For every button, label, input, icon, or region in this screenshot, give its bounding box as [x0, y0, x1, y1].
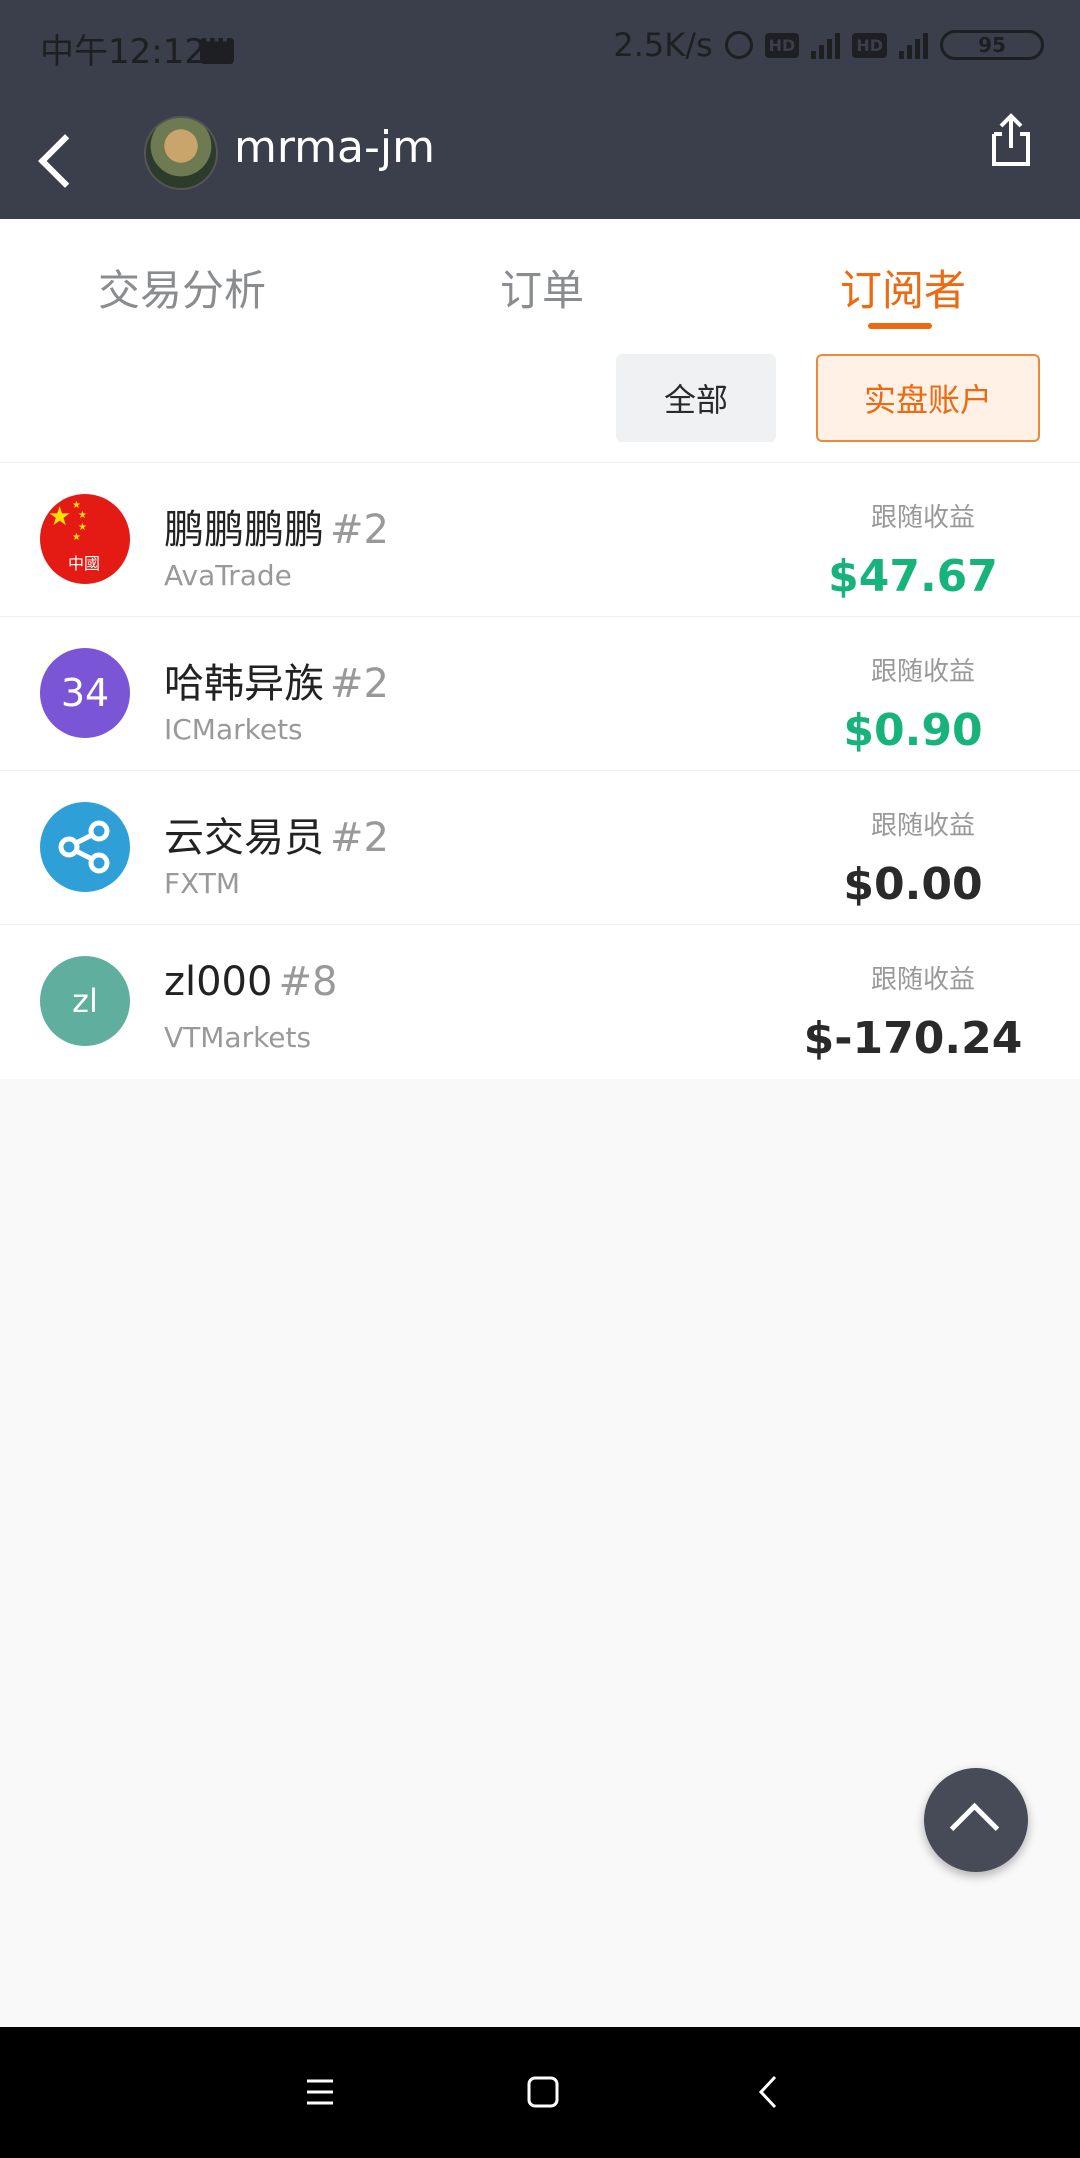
- subscriber-broker: VTMarkets: [164, 1021, 312, 1054]
- filter-all-button[interactable]: 全部: [616, 354, 776, 442]
- hd-icon: HD: [764, 32, 800, 58]
- subscriber-name: 哈韩异族 #2: [164, 661, 389, 707]
- network-speed: 2.5K/s: [613, 26, 713, 64]
- list-item[interactable]: 云交易员 #2 FXTM 跟随收益 $0.00: [0, 771, 1080, 925]
- avatar-initials: 34: [40, 648, 130, 738]
- filter-bar: 全部 实盘账户: [0, 332, 1080, 463]
- tab-subscribers[interactable]: 订阅者: [840, 257, 966, 318]
- list-item[interactable]: ★ ★ ★ ★ ★ 中國 鹏鹏鹏鹏 #2 AvaTrade 跟随收益 $47.67: [0, 463, 1080, 617]
- share-icon[interactable]: [988, 112, 1034, 168]
- subscriber-list: ★ ★ ★ ★ ★ 中國 鹏鹏鹏鹏 #2 AvaTrade 跟随收益 $47.67…: [0, 463, 1080, 1079]
- app-header: 中午12:12 2.5K/s HD HD 95 mrma-jm: [0, 0, 1080, 219]
- battery-icon: 95: [940, 30, 1044, 60]
- avatar-china-flag: ★ ★ ★ ★ ★ 中國: [40, 494, 130, 584]
- tab-trade-analysis[interactable]: 交易分析: [98, 257, 266, 318]
- follow-profit-value: $47.67: [828, 551, 998, 602]
- follow-profit-caption: 跟随收益: [870, 657, 975, 687]
- list-item[interactable]: 34 哈韩异族 #2 ICMarkets 跟随收益 $0.90: [0, 617, 1080, 771]
- follow-profit-caption: 跟随收益: [870, 965, 975, 995]
- menu-icon[interactable]: [295, 2067, 345, 2117]
- follow-profit-value: $0.90: [843, 705, 983, 756]
- subscriber-name: zl000 #8: [164, 959, 338, 1005]
- subscriber-broker: FXTM: [164, 867, 241, 900]
- back-button[interactable]: [36, 130, 76, 190]
- hd-icon-2: HD: [852, 32, 887, 58]
- subscriber-broker: ICMarkets: [164, 713, 303, 746]
- follow-profit-value: $-170.24: [803, 1013, 1023, 1064]
- system-navigation-bar: [0, 2027, 1080, 2158]
- back-nav-icon[interactable]: [745, 2067, 795, 2117]
- tab-bar: 交易分析 订单 订阅者: [0, 219, 1080, 333]
- follow-profit-caption: 跟随收益: [870, 811, 975, 841]
- user-avatar[interactable]: [144, 116, 218, 190]
- filter-live-account-button[interactable]: 实盘账户: [816, 354, 1040, 442]
- message-notification-icon: [200, 28, 234, 64]
- alarm-icon: [724, 31, 753, 59]
- share-icon: [40, 802, 130, 892]
- signal-icon-2: [899, 31, 928, 59]
- follow-profit-value: $0.00: [843, 859, 983, 910]
- tab-orders[interactable]: 订单: [500, 257, 584, 318]
- status-bar: 中午12:12 2.5K/s HD HD 95: [0, 0, 1080, 100]
- home-icon[interactable]: [518, 2067, 568, 2117]
- list-item[interactable]: zl zl000 #8 VTMarkets 跟随收益 $-170.24: [0, 925, 1080, 1079]
- status-time: 中午12:12: [40, 32, 206, 72]
- subscriber-broker: AvaTrade: [164, 559, 292, 592]
- avatar-initials: zl: [40, 956, 130, 1046]
- signal-icon: [811, 31, 841, 59]
- username: mrma-jm: [234, 122, 435, 173]
- scroll-to-top-button[interactable]: [924, 1768, 1028, 1872]
- follow-profit-caption: 跟随收益: [870, 503, 975, 533]
- active-tab-indicator: [868, 323, 932, 329]
- subscriber-name: 云交易员 #2: [164, 815, 389, 861]
- subscriber-name: 鹏鹏鹏鹏 #2: [164, 507, 389, 553]
